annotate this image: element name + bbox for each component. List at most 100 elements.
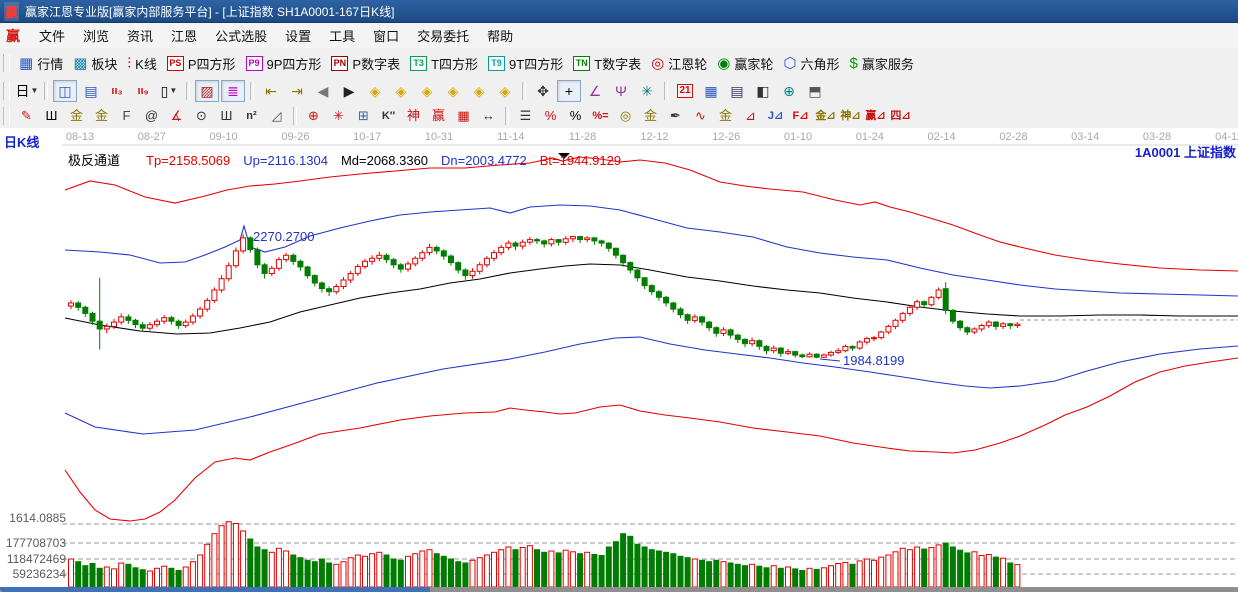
save-button[interactable]: ◧ bbox=[751, 80, 775, 102]
angle-j-button[interactable]: J⊿ bbox=[764, 106, 787, 126]
ruler-123-button[interactable]: ▦ bbox=[452, 106, 475, 126]
menu-item-3[interactable]: 江恩 bbox=[162, 27, 206, 46]
shen-tool-button[interactable]: 神 bbox=[402, 106, 425, 126]
angle-measure-tool-button[interactable]: ∠ bbox=[583, 80, 607, 102]
t-square-button[interactable]: T3 T四方形 bbox=[405, 52, 483, 75]
mirror-angle-button[interactable]: ◿ bbox=[265, 106, 288, 126]
volume-bar bbox=[347, 557, 354, 587]
price-ladder-button[interactable]: ☰ bbox=[514, 106, 537, 126]
angle-line-button[interactable]: ⊿ bbox=[739, 106, 762, 126]
notes-button[interactable]: ▤ bbox=[725, 80, 749, 102]
menu-item-5[interactable]: 设置 bbox=[276, 27, 320, 46]
marker-pen-button[interactable]: ✒ bbox=[664, 106, 687, 126]
fib-grid-button[interactable]: F bbox=[115, 106, 138, 126]
span-arrows-button[interactable]: ↔ bbox=[477, 106, 500, 126]
p-square-button[interactable]: PS P四方形 bbox=[162, 52, 241, 75]
first-bar-button[interactable]: ⇤ bbox=[259, 80, 283, 102]
diamond-compress-button[interactable]: ◈ bbox=[441, 80, 465, 102]
candle-body bbox=[899, 312, 906, 321]
volume-bar bbox=[168, 567, 175, 587]
menu-item-8[interactable]: 交易委托 bbox=[408, 27, 478, 46]
pan-tool-button[interactable]: ✥ bbox=[531, 80, 555, 102]
spiral-tool-button[interactable]: @ bbox=[140, 106, 163, 126]
bars-9-button[interactable]: ıı₉ bbox=[131, 80, 155, 102]
menu-item-6[interactable]: 工具 bbox=[320, 27, 364, 46]
protractor-tool-button[interactable]: ⊙ bbox=[190, 106, 213, 126]
gann-wheel-button[interactable]: ◎ 江恩轮 bbox=[646, 52, 712, 75]
calendar-button[interactable]: 21 bbox=[673, 80, 697, 102]
candle-body bbox=[412, 257, 419, 265]
web-tool-button[interactable]: ✳ bbox=[635, 80, 659, 102]
bars-3-button[interactable]: ıı₃ bbox=[105, 80, 129, 102]
info-panel-button[interactable]: ▤ bbox=[79, 80, 103, 102]
scribble-view-button[interactable]: ◫ bbox=[53, 80, 77, 102]
pencil-tool-button[interactable]: ✎ bbox=[15, 106, 38, 126]
crosshair-tool-button[interactable]: + bbox=[557, 80, 581, 102]
ying-tool-button[interactable]: 赢 bbox=[427, 106, 450, 126]
angle-ying-button[interactable]: 赢⊿ bbox=[864, 106, 887, 126]
network-data-button[interactable]: ⊕ bbox=[777, 80, 801, 102]
info-panel-icon: ▤ bbox=[84, 83, 98, 99]
angle-four-button[interactable]: 四⊿ bbox=[889, 106, 912, 126]
wave-channel-button[interactable]: ∿ bbox=[689, 106, 712, 126]
trident-tool-button[interactable]: Ψ bbox=[609, 80, 633, 102]
gold-levels-b-button[interactable]: 金 bbox=[714, 106, 737, 126]
remote-assist-button[interactable]: ⬒ bbox=[803, 80, 827, 102]
quotes-button[interactable]: ▦ 行情 bbox=[14, 52, 68, 75]
t-number-table-button[interactable]: TN T数字表 bbox=[568, 52, 646, 75]
gann-web-box-button[interactable]: ⊞ bbox=[352, 106, 375, 126]
date-tick-label: 01-10 bbox=[784, 131, 812, 143]
candle-body bbox=[75, 302, 82, 308]
diamond-full-button[interactable]: ◈ bbox=[493, 80, 517, 102]
hexagon-button[interactable]: ⬡ 六角形 bbox=[778, 52, 844, 75]
sectors-button[interactable]: ▩ 板块 bbox=[68, 52, 122, 75]
menu-item-7[interactable]: 窗口 bbox=[364, 27, 408, 46]
target-circle-button[interactable]: ⊕ bbox=[302, 106, 325, 126]
calculator-button[interactable]: ▦ bbox=[699, 80, 723, 102]
prev-bar-button[interactable]: ◀ bbox=[311, 80, 335, 102]
menu-item-2[interactable]: 资讯 bbox=[118, 27, 162, 46]
gold-circle-button[interactable]: ◎ bbox=[614, 106, 637, 126]
toolbar-separator bbox=[186, 82, 190, 100]
percent-retrace-button[interactable]: %= bbox=[589, 106, 612, 126]
kline-button[interactable]: ⫶ K线 bbox=[122, 52, 161, 75]
p-number-table-button[interactable]: PN P数字表 bbox=[326, 52, 405, 75]
compass-tool-button[interactable]: ∡ bbox=[165, 106, 188, 126]
gann-pattern-button[interactable]: ▨ bbox=[195, 80, 219, 102]
cycle-grid-button[interactable]: Ш bbox=[215, 106, 238, 126]
volume-bar bbox=[376, 551, 383, 587]
9p-square-button[interactable]: P9 9P四方形 bbox=[241, 52, 327, 75]
diamond-expand-button[interactable]: ◈ bbox=[467, 80, 491, 102]
winner-service-button[interactable]: $ 赢家服务 bbox=[845, 52, 919, 75]
gold-grid-b-button[interactable]: 金 bbox=[90, 106, 113, 126]
k-quote-tool-button[interactable]: K″ bbox=[377, 106, 400, 126]
gold-levels-button[interactable]: 金 bbox=[639, 106, 662, 126]
diamond-horizontal-button[interactable]: ◈ bbox=[415, 80, 439, 102]
time-grid-button[interactable]: Ш bbox=[40, 106, 63, 126]
percent-slope-button[interactable]: % bbox=[539, 106, 562, 126]
menu-item-9[interactable]: 帮助 bbox=[478, 27, 522, 46]
menu-item-4[interactable]: 公式选股 bbox=[206, 27, 276, 46]
percent-tool-button[interactable]: % bbox=[564, 106, 587, 126]
last-bar-button[interactable]: ⇥ bbox=[285, 80, 309, 102]
gann-web-button[interactable]: ✳ bbox=[327, 106, 350, 126]
candle-style-button[interactable]: ▯ ▼ bbox=[157, 80, 181, 102]
volume-bar bbox=[720, 561, 727, 587]
winner-wheel-button[interactable]: ◉ 赢家轮 bbox=[712, 52, 778, 75]
menu-item-0[interactable]: 文件 bbox=[30, 27, 74, 46]
gold-grid-a-button[interactable]: 金 bbox=[65, 106, 88, 126]
n-square-tool-button[interactable]: n² bbox=[240, 106, 263, 126]
9t-square-button[interactable]: T9 9T四方形 bbox=[483, 52, 568, 75]
diamond-right-button[interactable]: ◈ bbox=[389, 80, 413, 102]
next-bar-button[interactable]: ▶ bbox=[337, 80, 361, 102]
candle-body bbox=[856, 341, 863, 349]
menu-item-1[interactable]: 浏览 bbox=[74, 27, 118, 46]
angle-gold-button[interactable]: 金⊿ bbox=[814, 106, 837, 126]
angle-shen-button[interactable]: 神⊿ bbox=[839, 106, 862, 126]
chart-area[interactable]: 08-13 08-27 09-10 09-26 10-17 10-31 11-14 11-28… bbox=[0, 128, 1238, 587]
diamond-left-button[interactable]: ◈ bbox=[363, 80, 387, 102]
period-selector-button[interactable]: 日 ▼ bbox=[15, 80, 39, 102]
angle-f-button[interactable]: F⊿ bbox=[789, 106, 812, 126]
kline-chart-canvas[interactable]: 08-13 08-27 09-10 09-26 10-17 10-31 11-14 11-28… bbox=[0, 128, 1238, 587]
profile-histogram-button[interactable]: ≣ bbox=[221, 80, 245, 102]
